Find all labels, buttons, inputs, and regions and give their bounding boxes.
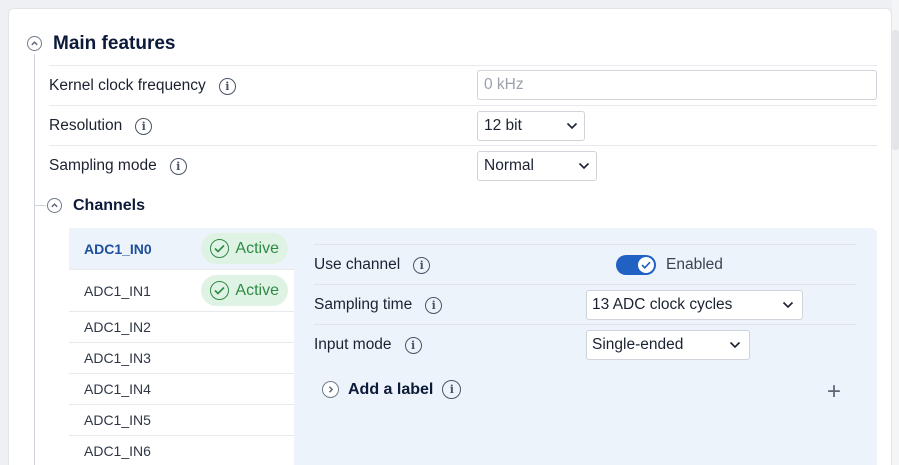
channel-detail-panel: Use channel i Enabled Sampling time i 13…	[294, 228, 877, 465]
resolution-label: Resolution	[49, 117, 123, 134]
scrollbar-track[interactable]	[892, 0, 899, 465]
channel-item-adc1-in5[interactable]: ADC1_IN5	[69, 405, 294, 436]
add-label-text: Add a label	[348, 380, 434, 398]
sampling-time-select[interactable]: 13 ADC clock cycles	[586, 290, 803, 320]
kernel-clock-label: Kernel clock frequency	[49, 77, 206, 94]
resolution-select[interactable]: 12 bit	[477, 111, 585, 141]
sampling-mode-select[interactable]: Normal	[477, 151, 597, 181]
info-icon[interactable]: i	[218, 77, 236, 95]
main-features-collapse-icon[interactable]	[27, 36, 42, 51]
channel-item-adc1-in2[interactable]: ADC1_IN2	[69, 312, 294, 343]
input-mode-label: Input mode	[314, 336, 392, 353]
sampling-mode-row: Sampling mode i Normal	[49, 145, 877, 185]
status-badge: Active	[201, 233, 288, 264]
info-icon[interactable]: i	[425, 296, 443, 314]
kernel-clock-row: Kernel clock frequency i 0 kHz	[49, 65, 877, 105]
info-icon[interactable]: i	[135, 117, 153, 135]
chevron-down-icon	[578, 162, 590, 170]
channel-item-adc1-in6[interactable]: ADC1_IN6	[69, 436, 294, 465]
add-label-toggle[interactable]: Add a label i	[322, 380, 462, 399]
chevron-down-icon	[566, 122, 578, 130]
channel-item-adc1-in3[interactable]: ADC1_IN3	[69, 343, 294, 374]
main-features-title: Main features	[53, 33, 176, 54]
use-channel-row: Use channel i Enabled	[314, 244, 856, 284]
info-icon[interactable]: i	[442, 380, 462, 399]
sampling-time-label: Sampling time	[314, 296, 413, 313]
toggle-check-icon	[638, 257, 654, 273]
chevron-down-icon	[782, 301, 794, 309]
tree-line	[34, 54, 35, 465]
input-mode-row: Input mode i Single-ended	[314, 324, 856, 364]
sampling-time-row: Sampling time i 13 ADC clock cycles	[314, 284, 856, 324]
info-icon[interactable]: i	[413, 256, 431, 274]
plus-icon[interactable]: +	[827, 380, 841, 404]
expand-right-icon	[322, 381, 339, 398]
channel-item-adc1-in1[interactable]: ADC1_IN1 Active	[69, 270, 294, 312]
info-icon[interactable]: i	[404, 336, 422, 354]
channel-item-adc1-in4[interactable]: ADC1_IN4	[69, 374, 294, 405]
input-mode-select[interactable]: Single-ended	[586, 330, 750, 360]
tree-branch	[34, 205, 46, 206]
use-channel-state: Enabled	[666, 256, 723, 273]
scrollbar-thumb[interactable]	[892, 30, 899, 150]
use-channel-toggle[interactable]	[616, 255, 656, 275]
sampling-mode-label: Sampling mode	[49, 157, 157, 174]
check-circle-icon	[210, 281, 230, 300]
channels-collapse-icon[interactable]	[47, 198, 62, 213]
status-badge: Active	[201, 275, 288, 306]
chevron-down-icon	[729, 341, 741, 349]
kernel-clock-input[interactable]: 0 kHz	[477, 70, 877, 100]
channel-item-adc1-in0[interactable]: ADC1_IN0 Active	[69, 228, 294, 270]
channel-list: ADC1_IN0 Active ADC1_IN1 Active ADC1_IN2…	[69, 228, 294, 465]
resolution-row: Resolution i 12 bit	[49, 105, 877, 145]
use-channel-label: Use channel	[314, 256, 401, 273]
info-icon[interactable]: i	[169, 157, 187, 175]
check-circle-icon	[210, 239, 230, 258]
channels-title: Channels	[73, 197, 146, 214]
